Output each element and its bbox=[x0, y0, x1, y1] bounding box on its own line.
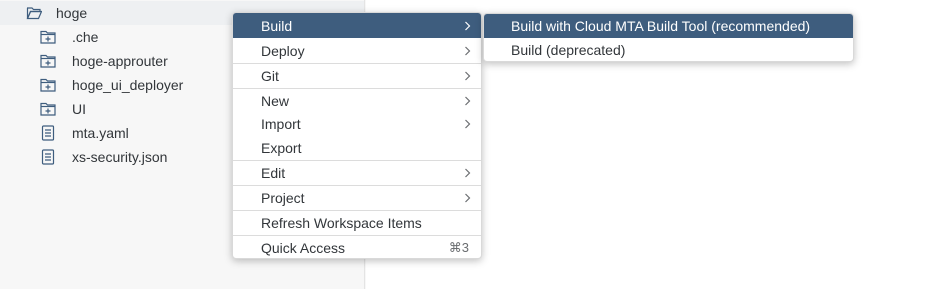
menu-item-git[interactable]: Git bbox=[233, 63, 481, 88]
menu-item-label: Deploy bbox=[261, 42, 305, 59]
tree-item-label: .che bbox=[72, 29, 99, 45]
menu-item-edit[interactable]: Edit bbox=[233, 160, 481, 185]
tree-item-label: UI bbox=[72, 101, 86, 117]
menu-item-new[interactable]: New bbox=[233, 88, 481, 112]
chevron-right-icon bbox=[464, 96, 471, 106]
menu-item-label: Export bbox=[261, 140, 302, 156]
folder-icon bbox=[40, 29, 56, 45]
menu-item-label: Refresh Workspace Items bbox=[261, 215, 422, 231]
menu-item-refresh-workspace-items[interactable]: Refresh Workspace Items bbox=[233, 210, 481, 235]
menu-item-build[interactable]: Build bbox=[233, 13, 481, 38]
tree-item-label: mta.yaml bbox=[72, 125, 129, 141]
chevron-right-icon bbox=[464, 193, 471, 203]
chevron-right-icon bbox=[464, 168, 471, 178]
chevron-right-icon bbox=[464, 119, 471, 129]
tree-item-label: hoge bbox=[56, 5, 88, 21]
tree-item-label: hoge_ui_deployer bbox=[72, 77, 184, 93]
menu-item-quick-access[interactable]: Quick Access ⌘3 bbox=[233, 235, 481, 258]
folder-icon bbox=[40, 53, 56, 69]
folder-open-icon bbox=[26, 5, 42, 21]
menu-item-import[interactable]: Import bbox=[233, 112, 481, 136]
menu-item-label: Git bbox=[261, 68, 279, 84]
document-icon bbox=[40, 149, 56, 165]
chevron-right-icon bbox=[464, 21, 471, 31]
chevron-right-icon bbox=[464, 46, 471, 56]
menu-item-build-cloud-mta[interactable]: Build with Cloud MTA Build Tool (recomme… bbox=[484, 14, 853, 38]
tree-item-label: xs-security.json bbox=[72, 149, 168, 165]
menu-item-label: Build bbox=[261, 17, 293, 34]
folder-icon bbox=[40, 101, 56, 117]
menu-item-label: Project bbox=[261, 190, 305, 206]
menu-item-build-deprecated[interactable]: Build (deprecated) bbox=[484, 38, 853, 61]
menu-item-label: Build (deprecated) bbox=[511, 42, 626, 58]
menu-item-label: Edit bbox=[261, 165, 286, 181]
keyboard-shortcut: ⌘3 bbox=[448, 240, 469, 255]
menu-item-label: New bbox=[261, 92, 290, 109]
build-submenu: Build with Cloud MTA Build Tool (recomme… bbox=[483, 13, 854, 62]
chevron-right-icon bbox=[464, 71, 471, 81]
folder-icon bbox=[40, 77, 56, 93]
context-menu: Build Deploy Git New Import Export Edit … bbox=[232, 12, 482, 259]
tree-item-label: hoge-approuter bbox=[72, 53, 168, 69]
menu-item-deploy[interactable]: Deploy bbox=[233, 38, 481, 63]
menu-item-label: Import bbox=[261, 116, 301, 132]
menu-item-export[interactable]: Export bbox=[233, 136, 481, 160]
document-icon bbox=[40, 125, 56, 141]
menu-item-label: Build with Cloud MTA Build Tool (recomme… bbox=[511, 18, 811, 34]
menu-item-project[interactable]: Project bbox=[233, 185, 481, 210]
menu-item-label: Quick Access bbox=[261, 240, 346, 256]
